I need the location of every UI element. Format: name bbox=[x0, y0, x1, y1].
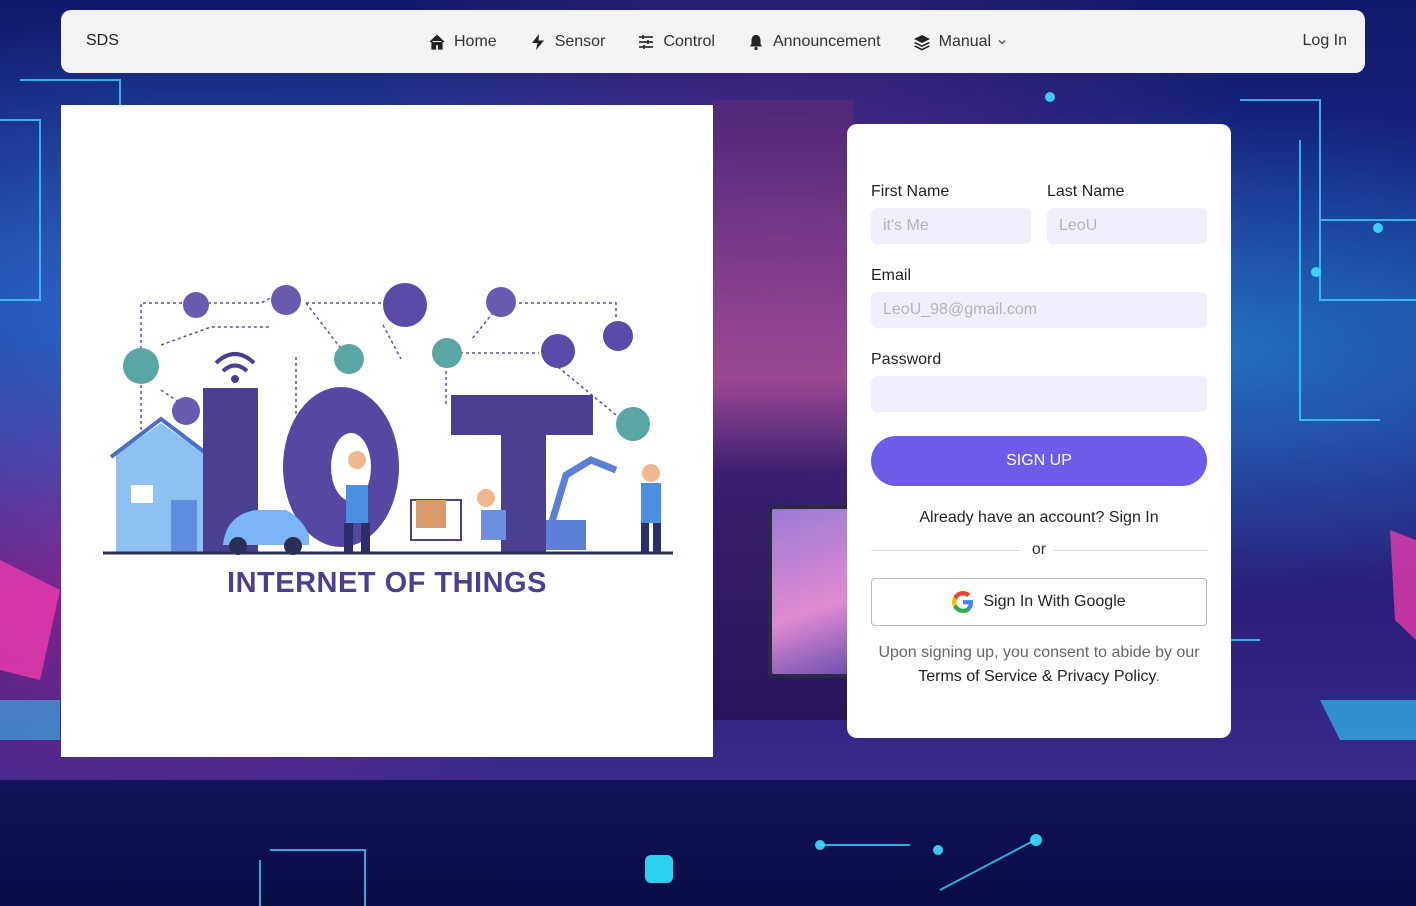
signup-form-card: First Name Last Name Email Password SIGN… bbox=[847, 124, 1231, 738]
sliders-icon bbox=[637, 33, 655, 51]
login-link[interactable]: Log In bbox=[1303, 32, 1347, 50]
privacy-policy-link[interactable]: Privacy Policy bbox=[1057, 668, 1155, 685]
last-name-input[interactable] bbox=[1047, 208, 1207, 244]
bolt-icon bbox=[529, 33, 547, 51]
brand-logo[interactable]: SDS bbox=[86, 32, 119, 50]
nav-item-label: Announcement bbox=[772, 32, 881, 50]
iot-illustration-card: INTERNET OF THINGS bbox=[61, 105, 713, 757]
google-signin-button[interactable]: Sign In With Google bbox=[871, 578, 1207, 626]
or-text: or bbox=[1031, 541, 1047, 558]
first-name-input[interactable] bbox=[871, 208, 1031, 244]
google-icon bbox=[952, 591, 974, 613]
email-input[interactable] bbox=[871, 292, 1207, 328]
home-icon bbox=[428, 33, 446, 51]
password-label: Password bbox=[871, 351, 942, 368]
email-label: Email bbox=[871, 267, 912, 284]
nav-item-manual[interactable]: Manual bbox=[913, 33, 1007, 51]
terms-suffix: . bbox=[1155, 668, 1160, 685]
or-divider: or bbox=[871, 540, 1207, 560]
password-input[interactable] bbox=[871, 376, 1207, 412]
nav-item-label: Control bbox=[663, 32, 715, 50]
signup-button[interactable]: SIGN UP bbox=[871, 436, 1207, 486]
nav-item-sensor[interactable]: Sensor bbox=[529, 32, 606, 51]
chevron-down-icon bbox=[997, 37, 1007, 47]
last-name-label: Last Name bbox=[1047, 183, 1125, 200]
terms-of-service-link[interactable]: Terms of Service bbox=[918, 668, 1037, 685]
nav-item-label: Sensor bbox=[554, 32, 606, 50]
terms-ampersand: & bbox=[1041, 668, 1053, 685]
layers-icon bbox=[913, 33, 931, 51]
iot-illustration bbox=[103, 283, 673, 555]
google-signin-label: Sign In With Google bbox=[983, 593, 1126, 610]
nav-item-home[interactable]: Home bbox=[428, 33, 497, 51]
monitor-illustration bbox=[768, 505, 858, 678]
bell-icon bbox=[747, 33, 765, 51]
nav-item-control[interactable]: Control bbox=[637, 33, 715, 51]
nav-menu: Home Sensor Control Announcement Manual bbox=[428, 10, 1039, 73]
terms-prefix: Upon signing up, you consent to abide by… bbox=[878, 644, 1200, 661]
first-name-label: First Name bbox=[871, 183, 950, 200]
nav-item-label: Home bbox=[454, 32, 497, 50]
already-account-link[interactable]: Already have an account? Sign In bbox=[847, 509, 1231, 527]
nav-item-announcement[interactable]: Announcement bbox=[747, 33, 881, 51]
terms-text: Upon signing up, you consent to abide by… bbox=[871, 641, 1207, 689]
navbar: SDS Home Sensor Control Announcement Man… bbox=[61, 10, 1365, 73]
iot-caption: INTERNET OF THINGS bbox=[227, 567, 547, 599]
nav-item-label: Manual bbox=[938, 32, 992, 50]
